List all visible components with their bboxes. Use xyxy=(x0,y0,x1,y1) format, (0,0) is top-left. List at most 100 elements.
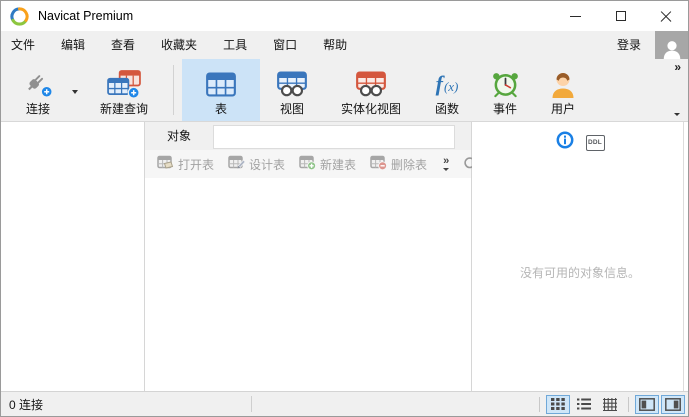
users-label: 用户 xyxy=(550,102,575,116)
actionbar-more-button[interactable]: » xyxy=(443,155,450,171)
person-silhouette-icon xyxy=(663,41,680,59)
materialized-view-icon xyxy=(356,66,386,102)
menu-tools[interactable]: 工具 xyxy=(210,31,260,59)
new-query-icon xyxy=(106,66,142,102)
main-area: 对象 打开表 设计表 新建表 删除表 » DDL 没有可用的对象信息。 xyxy=(1,122,688,391)
menu-file[interactable]: 文件 xyxy=(1,31,48,59)
connection-plug-icon xyxy=(22,66,55,102)
object-info-pane: DDL 没有可用的对象信息。 xyxy=(472,122,688,391)
open-table-icon xyxy=(157,155,174,173)
main-toolbar: 连接 新建查询 表 视图 实体化视图 f (x) 函数 事件 用户 » xyxy=(1,59,688,122)
navicat-logo-icon xyxy=(10,6,29,26)
statusbar-divider xyxy=(251,396,252,412)
functions-button[interactable]: f (x) 函数 xyxy=(418,59,476,121)
user-icon xyxy=(550,66,576,102)
new-query-button[interactable]: 新建查询 xyxy=(83,59,165,121)
event-icon xyxy=(491,66,520,102)
menu-view[interactable]: 查看 xyxy=(98,31,148,59)
detail-view-icon xyxy=(603,397,617,411)
delete-table-icon xyxy=(370,155,388,173)
object-tab-bar: 对象 xyxy=(145,122,471,150)
fx-f-glyph: f xyxy=(435,71,443,96)
toggle-left-pane-button[interactable] xyxy=(635,394,659,414)
menu-window[interactable]: 窗口 xyxy=(260,31,310,59)
status-bar: 0 连接 xyxy=(1,391,688,416)
design-table-label: 设计表 xyxy=(249,157,286,172)
users-button[interactable]: 用户 xyxy=(534,59,592,121)
view-group-divider-right xyxy=(628,396,629,412)
close-button[interactable] xyxy=(643,1,688,31)
statusbar-view-buttons xyxy=(535,394,685,414)
ddl-icon[interactable]: DDL xyxy=(585,134,605,151)
menu-bar: 文件 编辑 查看 收藏夹 工具 窗口 帮助 登录 xyxy=(1,31,688,59)
left-pane-icon xyxy=(639,397,655,411)
grid-view-button[interactable] xyxy=(546,394,570,414)
new-table-icon xyxy=(299,155,317,173)
login-button[interactable]: 登录 xyxy=(603,31,655,59)
list-view-button[interactable] xyxy=(572,395,596,414)
right-pane-icon xyxy=(665,397,681,411)
function-icon: f (x) xyxy=(436,66,459,102)
menu-bar-right: 登录 xyxy=(603,31,688,59)
view-group-divider-left xyxy=(539,396,540,412)
menu-help[interactable]: 帮助 xyxy=(310,31,360,59)
design-table-button[interactable]: 设计表 xyxy=(221,155,292,173)
table-action-bar: 打开表 设计表 新建表 删除表 » xyxy=(145,150,478,178)
empty-object-info-message: 没有可用的对象信息。 xyxy=(519,266,640,280)
events-label: 事件 xyxy=(492,102,517,116)
open-table-button[interactable]: 打开表 xyxy=(150,155,221,173)
maximize-button[interactable] xyxy=(598,1,643,31)
tab-objects[interactable]: 对象 xyxy=(167,122,191,150)
tables-button[interactable]: 表 xyxy=(182,59,260,121)
window-controls xyxy=(553,1,688,31)
avatar[interactable] xyxy=(655,31,688,59)
menu-edit[interactable]: 编辑 xyxy=(48,31,98,59)
tables-label: 表 xyxy=(214,102,227,116)
actionbar-overflow-chevron-icon: » xyxy=(443,155,450,167)
close-icon xyxy=(660,10,672,22)
minimize-button[interactable] xyxy=(553,1,598,31)
materialized-views-label: 实体化视图 xyxy=(340,102,401,116)
new-table-label: 新建表 xyxy=(320,157,357,172)
window-title: Navicat Premium xyxy=(38,9,134,23)
delete-table-button[interactable]: 删除表 xyxy=(363,155,434,173)
minimize-icon xyxy=(570,15,581,17)
info-pane-toolbar: DDL xyxy=(472,122,688,154)
materialized-views-button[interactable]: 实体化视图 xyxy=(324,59,418,121)
actionbar-dropdown-icon xyxy=(443,168,450,171)
navicat-window: Navicat Premium 文件 编辑 查看 收藏夹 工具 窗口 帮助 登录 xyxy=(0,0,689,417)
delete-table-label: 删除表 xyxy=(391,157,428,172)
table-icon xyxy=(206,66,236,102)
connection-count: 0 连接 xyxy=(9,397,44,412)
new-query-label: 新建查询 xyxy=(99,102,148,116)
detail-view-button[interactable] xyxy=(598,395,622,414)
views-button[interactable]: 视图 xyxy=(260,59,324,121)
objects-pane: 对象 打开表 设计表 新建表 删除表 » xyxy=(145,122,478,391)
menu-favorites[interactable]: 收藏夹 xyxy=(148,31,210,59)
toolbar-dropdown-button[interactable] xyxy=(674,113,680,116)
toolbar-dropdown-icon xyxy=(674,113,680,116)
functions-label: 函数 xyxy=(434,102,459,116)
events-button[interactable]: 事件 xyxy=(476,59,534,121)
open-table-label: 打开表 xyxy=(178,157,215,172)
maximize-icon xyxy=(615,11,626,21)
connect-button[interactable]: 连接 xyxy=(9,59,67,121)
fx-x-glyph: (x) xyxy=(443,79,459,94)
info-pane-divider xyxy=(683,122,684,391)
tab-bar-blank-area xyxy=(213,125,455,149)
toolbar-divider xyxy=(173,65,174,115)
connect-label: 连接 xyxy=(25,102,50,116)
list-view-icon xyxy=(577,398,591,410)
toolbar-overflow-chevron-icon[interactable]: » xyxy=(674,60,681,74)
title-bar[interactable]: Navicat Premium xyxy=(1,1,688,31)
connect-dropdown-arrow[interactable] xyxy=(67,59,83,121)
connections-sidebar[interactable] xyxy=(1,122,145,391)
object-list-area[interactable] xyxy=(145,178,471,391)
new-table-button[interactable]: 新建表 xyxy=(292,155,363,173)
dropdown-icon xyxy=(72,90,78,94)
info-icon[interactable] xyxy=(556,131,574,154)
views-label: 视图 xyxy=(279,102,304,116)
grid-view-icon xyxy=(551,398,565,410)
design-table-icon xyxy=(228,155,246,173)
toggle-right-pane-button[interactable] xyxy=(661,394,685,414)
